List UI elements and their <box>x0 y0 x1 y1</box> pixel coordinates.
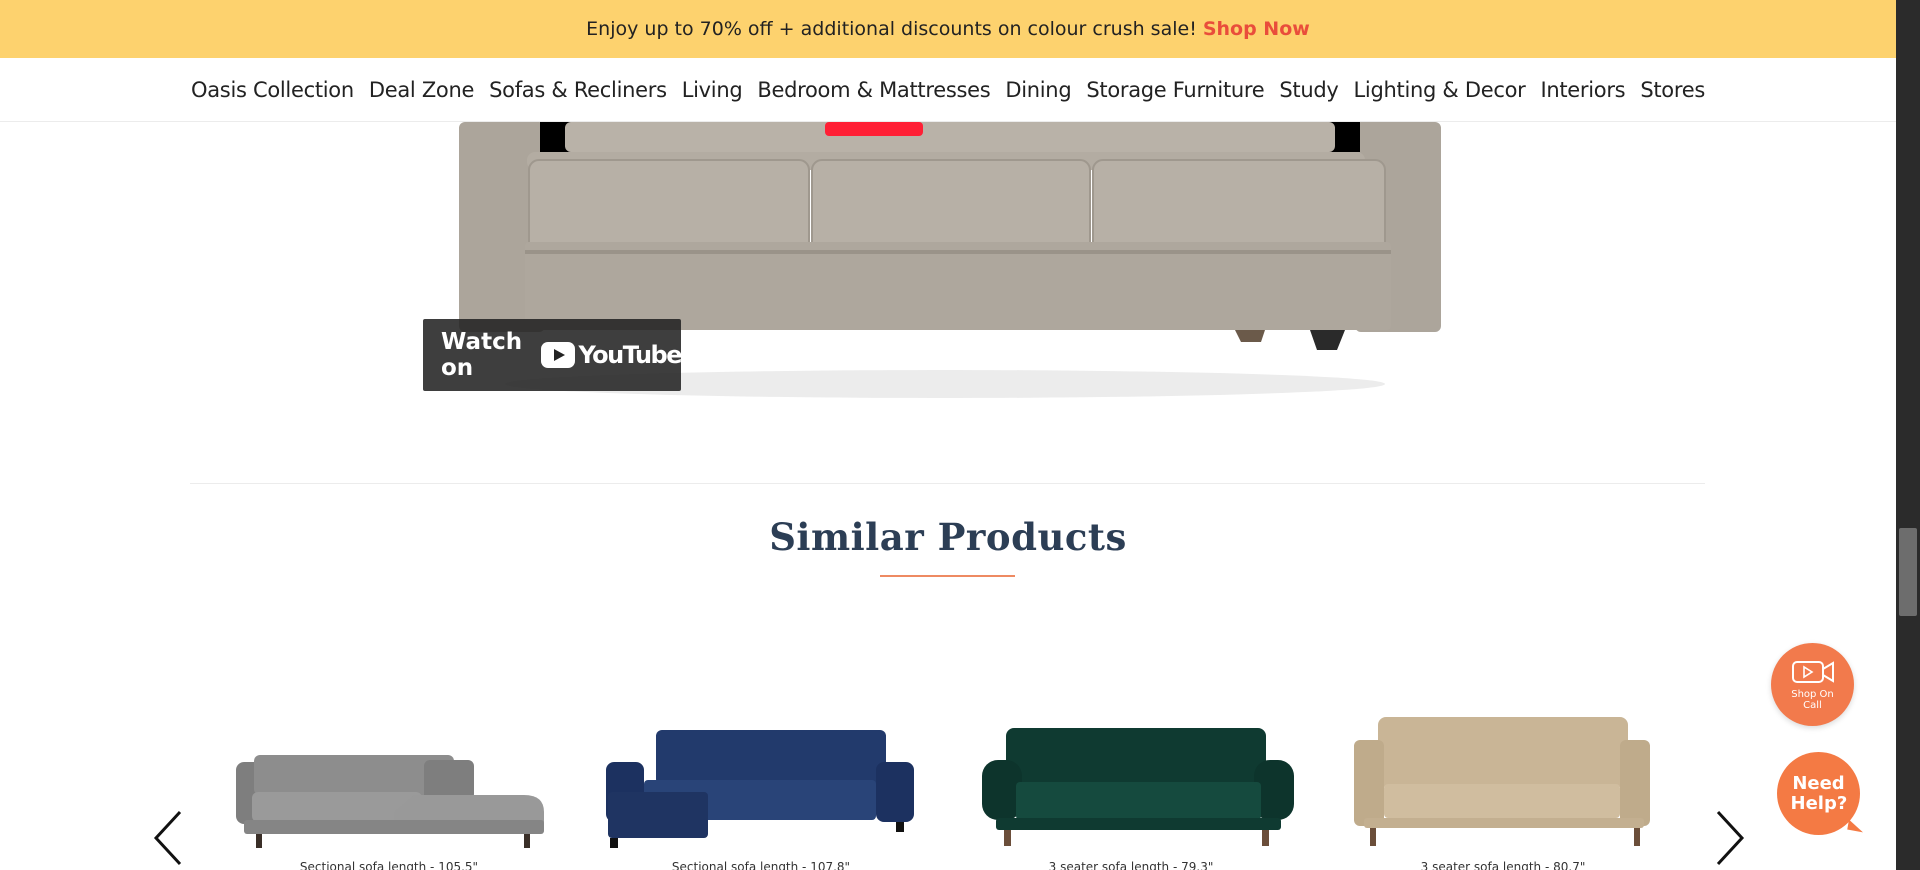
scrollbar-thumb[interactable] <box>1899 528 1917 616</box>
similar-products-title: Similar Products <box>769 515 1127 559</box>
page-scrollbar[interactable] <box>1896 0 1920 870</box>
product-label: 3 seater sofa length - 80.7" <box>1420 860 1586 870</box>
main-nav: Oasis Collection Deal Zone Sofas & Recli… <box>0 58 1896 122</box>
youtube-wordmark: YouTube <box>578 341 682 369</box>
shop-now-link[interactable]: Shop Now <box>1203 18 1310 40</box>
page: Enjoy up to 70% off + additional discoun… <box>0 0 1920 870</box>
nav-item-stores[interactable]: Stores <box>1640 78 1705 102</box>
nav-item-study[interactable]: Study <box>1279 78 1338 102</box>
three-seater-sofa-green-image <box>982 728 1294 846</box>
nav-item-sofas-recliners[interactable]: Sofas & Recliners <box>489 78 667 102</box>
nav-item-deal-zone[interactable]: Deal Zone <box>369 78 475 102</box>
nav-item-dining[interactable]: Dining <box>1005 78 1071 102</box>
nav-item-interiors[interactable]: Interiors <box>1540 78 1625 102</box>
promo-bar: Enjoy up to 70% off + additional discoun… <box>0 0 1896 58</box>
need-help-label: Need Help? <box>1790 772 1848 814</box>
title-underline <box>880 575 1015 577</box>
sectional-sofa-navy-image <box>606 730 914 848</box>
product-label: Sectional sofa length - 107.8" <box>671 860 851 870</box>
promo-text: Enjoy up to 70% off + additional discoun… <box>586 18 1197 40</box>
video-camera-icon <box>1791 660 1834 683</box>
product-card[interactable]: Sectional sofa length - 107.8" <box>596 700 926 870</box>
product-card[interactable]: 3 seater sofa length - 79.3" <box>966 700 1296 870</box>
nav-item-lighting-decor[interactable]: Lighting & Decor <box>1354 78 1526 102</box>
three-seater-sofa-beige-image <box>1354 717 1650 846</box>
nav-item-bedroom-mattresses[interactable]: Bedroom & Mattresses <box>757 78 990 102</box>
carousel-prev-arrow-icon[interactable] <box>150 808 194 868</box>
shop-on-call-label: Shop On Call <box>1791 688 1834 711</box>
sectional-sofa-grey-image <box>236 755 544 848</box>
nav-item-oasis-collection[interactable]: Oasis Collection <box>191 78 354 102</box>
section-divider <box>190 483 1705 484</box>
nav-item-living[interactable]: Living <box>682 78 743 102</box>
product-video[interactable]: Watch on YouTube <box>0 122 1896 412</box>
watch-on-label: Watch on <box>441 329 523 381</box>
shop-on-call-button[interactable]: Shop On Call <box>1771 643 1854 726</box>
product-card[interactable]: 3 seater sofa length - 80.7" <box>1338 700 1668 870</box>
watch-on-youtube-button[interactable]: Watch on YouTube <box>423 319 682 391</box>
youtube-logo-icon: YouTube <box>541 341 682 369</box>
youtube-play-icon <box>541 342 576 368</box>
product-label: Sectional sofa length - 105.5" <box>299 860 479 870</box>
product-card[interactable]: Sectional sofa length - 105.5" <box>224 700 554 870</box>
need-help-button[interactable]: Need Help? <box>1777 752 1860 835</box>
carousel-next-arrow-icon[interactable] <box>1706 808 1750 868</box>
product-label: 3 seater sofa length - 79.3" <box>1048 860 1214 870</box>
nav-item-storage-furniture[interactable]: Storage Furniture <box>1086 78 1264 102</box>
